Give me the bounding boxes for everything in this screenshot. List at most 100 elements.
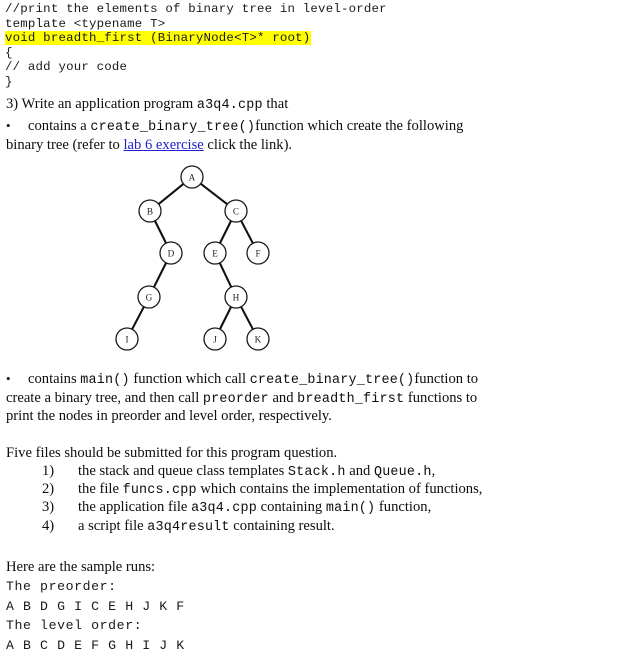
code-block: //print the elements of binary tree in l… bbox=[5, 2, 605, 90]
bullet-two-line-2: create a binary tree, and then call preo… bbox=[6, 390, 568, 409]
file-list-number: 1) bbox=[42, 463, 55, 479]
question-3-filename: a3q4.cpp bbox=[196, 98, 263, 113]
binary-tree-svg: A B C D E F G H I J K bbox=[115, 165, 270, 351]
file-list-number: 4) bbox=[42, 517, 55, 534]
bullet-dot-icon: • bbox=[6, 118, 11, 133]
tree-node-label: F bbox=[255, 249, 260, 259]
file-text-mid: containing result. bbox=[229, 517, 335, 534]
question-3-line: 3) Write an application program a3q4.cpp… bbox=[6, 96, 288, 115]
tree-node-D: D bbox=[159, 241, 183, 265]
bullet-one-line-1: • contains a create_binary_tree()function… bbox=[6, 117, 566, 137]
file-code-1: funcs.cpp bbox=[122, 483, 197, 499]
tree-edge-C-F bbox=[239, 219, 255, 245]
sample-run-line-3: The level order: bbox=[6, 618, 143, 634]
tree-node-J: J bbox=[203, 327, 227, 351]
file-text-pre: the file bbox=[78, 481, 123, 498]
sample-run-line-2: A B D G I C E H J K F bbox=[6, 598, 185, 614]
sample-run-line-1: The preorder: bbox=[6, 579, 117, 594]
code-line-4: { bbox=[5, 45, 13, 60]
tree-node-label: D bbox=[168, 249, 175, 259]
file-text-pre: the application file bbox=[78, 499, 192, 516]
question-3-text-post: that bbox=[262, 96, 289, 112]
bullet-two-text-f: functions to bbox=[404, 389, 478, 406]
bullet-two-text-a: contains bbox=[28, 371, 81, 387]
file-list-text: the stack and queue class templates Stac… bbox=[78, 463, 435, 480]
file-list-item: 4) a script file a3q4result containing re… bbox=[6, 518, 566, 536]
sample-run-line-4: A B C D E F G H I J K bbox=[6, 637, 185, 653]
file-text-pre: the stack and queue class templates bbox=[78, 463, 288, 479]
binary-tree-diagram: A B C D E F G H I J K bbox=[100, 158, 300, 363]
tree-node-B: B bbox=[138, 199, 162, 223]
file-list-item: 3) the application file a3q4.cpp containi… bbox=[6, 499, 566, 517]
bullet-two-code-main: main() bbox=[80, 373, 130, 388]
tree-node-H: H bbox=[224, 285, 248, 309]
code-line-2: template <typename T> bbox=[5, 16, 166, 31]
tree-node-F: F bbox=[246, 241, 270, 265]
file-list-number: 2) bbox=[42, 481, 55, 498]
file-text-post: function, bbox=[375, 499, 432, 516]
tree-node-label: J bbox=[213, 335, 217, 345]
bullet-one-line-2: binary tree (refer to lab 6 exercise cli… bbox=[6, 137, 566, 155]
tree-node-K: K bbox=[246, 327, 270, 351]
tree-node-label: C bbox=[233, 207, 239, 217]
tree-edge-C-E bbox=[218, 219, 233, 245]
code-line-3: void breadth_first (BinaryNode<T>* root) bbox=[5, 31, 605, 46]
tree-edge-D-G bbox=[152, 261, 168, 289]
bullet-two-line-1: • contains main() function which call cre… bbox=[6, 370, 568, 390]
file-text-mid: which contains the implementation of fun… bbox=[196, 481, 483, 498]
tree-edge-B-D bbox=[153, 219, 168, 245]
file-code-1: a3q4result bbox=[147, 519, 230, 535]
file-list-item: 2) the file funcs.cpp which contains the … bbox=[6, 481, 566, 499]
tree-node-E: E bbox=[203, 241, 227, 265]
tree-node-label: G bbox=[146, 293, 153, 303]
file-list-number: 3) bbox=[42, 499, 55, 516]
tree-node-A: A bbox=[180, 165, 204, 189]
sample-runs-heading: Here are the sample runs: bbox=[6, 559, 156, 575]
tree-node-label: I bbox=[125, 335, 128, 345]
bullet-two-code-create-binary-tree: create_binary_tree() bbox=[249, 373, 415, 388]
code-line-5: // add your code bbox=[5, 60, 128, 75]
bullet-one-text-d: click the link). bbox=[203, 136, 293, 153]
file-code-1: Stack.h bbox=[287, 465, 346, 480]
tree-node-label: B bbox=[147, 207, 153, 217]
file-code-2: main() bbox=[325, 501, 376, 517]
files-submission-list: 1) the stack and queue class templates St… bbox=[6, 463, 566, 536]
tree-node-G: G bbox=[137, 285, 161, 309]
bullet-one-text-b: function which create the following bbox=[255, 118, 464, 134]
lab-6-exercise-link[interactable]: lab 6 exercise bbox=[124, 137, 204, 153]
bullet-two-text-b: function which call bbox=[129, 371, 250, 387]
file-code-1: a3q4.cpp bbox=[191, 501, 257, 517]
bullet-two-text-e: and bbox=[268, 389, 298, 406]
tree-node-group: A B C D E F G H I J K bbox=[115, 165, 270, 351]
bullet-two-text-d: create a binary tree, and then call bbox=[6, 389, 203, 406]
file-code-2: Queue.h bbox=[373, 465, 432, 480]
file-text-mid: containing bbox=[256, 499, 326, 516]
bullet-one-text-c: binary tree (refer to bbox=[6, 136, 124, 153]
question-3-text-pre: 3) Write an application program bbox=[6, 96, 197, 112]
tree-edge-A-B bbox=[157, 182, 185, 206]
file-list-item: 1) the stack and queue class templates St… bbox=[6, 463, 566, 481]
tree-node-C: C bbox=[224, 199, 248, 223]
tree-edge-A-C bbox=[199, 182, 229, 206]
tree-edge-E-H bbox=[218, 261, 233, 289]
file-list-text: a script file a3q4result containing resu… bbox=[78, 517, 335, 535]
bullet-two-code-preorder: preorder bbox=[202, 391, 269, 407]
file-text-mid: and bbox=[345, 463, 374, 479]
bullet-item-create-binary-tree: • contains a create_binary_tree()function… bbox=[6, 117, 566, 154]
code-line-6: } bbox=[5, 74, 13, 89]
tree-edge-H-K bbox=[239, 305, 255, 331]
file-list-text: the file funcs.cpp which contains the im… bbox=[78, 481, 483, 499]
tree-edge-H-J bbox=[218, 305, 233, 331]
bullet-two-text-c: function to bbox=[414, 371, 479, 387]
bullet-item-main-function: • contains main() function which call cre… bbox=[6, 370, 568, 426]
file-text-pre: a script file bbox=[78, 517, 148, 534]
file-list-text: the application file a3q4.cpp containing… bbox=[78, 499, 432, 517]
tree-node-label: E bbox=[212, 249, 218, 259]
bullet-one-text-a: contains a bbox=[28, 118, 91, 134]
tree-node-label: A bbox=[189, 173, 196, 183]
bullet-two-code-breadth-first: breadth_first bbox=[297, 391, 405, 407]
tree-node-label: K bbox=[255, 335, 262, 345]
bullet-dot-icon: • bbox=[6, 371, 11, 386]
document-page: //print the elements of binary tree in l… bbox=[0, 0, 625, 658]
tree-node-label: H bbox=[233, 293, 240, 303]
